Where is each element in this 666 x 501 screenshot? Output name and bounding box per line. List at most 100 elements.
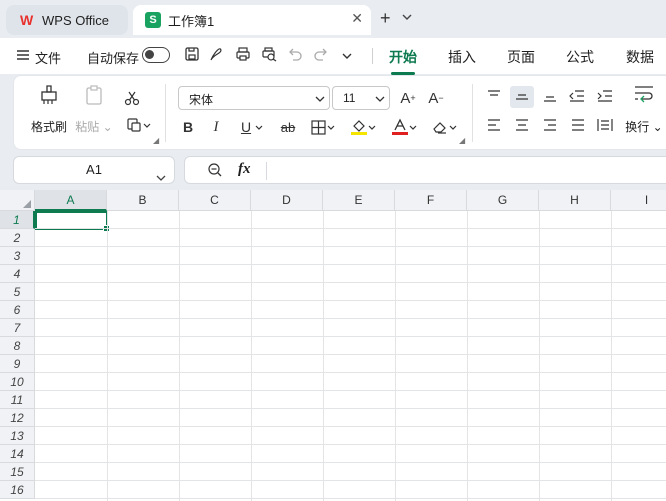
align-top-icon[interactable]: [484, 86, 504, 106]
zoom-formula-icon[interactable]: [207, 162, 223, 181]
cut-icon[interactable]: [122, 88, 142, 108]
title-tab-bar: W WPS Office S 工作簿1 ✕ +: [0, 0, 666, 38]
tab-wps-office[interactable]: W WPS Office: [6, 5, 128, 35]
column-gridline: [395, 211, 396, 501]
insert-function-icon[interactable]: fx: [238, 161, 251, 178]
italic-icon[interactable]: I: [206, 117, 226, 137]
chevron-down-icon: ⌄: [649, 120, 663, 134]
copy-icon[interactable]: [124, 115, 144, 135]
font-color-icon[interactable]: [390, 117, 410, 137]
chevron-down-icon[interactable]: [254, 118, 264, 138]
new-tab-plus-icon[interactable]: +: [380, 9, 391, 27]
font-size-select[interactable]: 11: [332, 86, 390, 110]
row-header-1[interactable]: 1: [0, 211, 35, 229]
column-header-i[interactable]: I: [611, 190, 666, 211]
chevron-down-icon[interactable]: [326, 118, 336, 138]
column-header-a[interactable]: A: [35, 190, 107, 211]
column-header-f[interactable]: F: [395, 190, 467, 211]
row-gridline: [35, 498, 666, 499]
autosave-toggle[interactable]: [142, 47, 170, 63]
format-painter-button[interactable]: 格式刷: [24, 84, 74, 135]
column-header-d[interactable]: D: [251, 190, 323, 211]
align-left-icon[interactable]: [484, 115, 504, 135]
close-icon[interactable]: ✕: [351, 10, 363, 27]
column-header-b[interactable]: B: [107, 190, 179, 211]
paste-button[interactable]: 粘贴 ⌄: [74, 84, 114, 135]
undo-icon[interactable]: [287, 46, 305, 64]
underline-icon[interactable]: U: [236, 117, 256, 137]
decrease-font-size-icon[interactable]: A −: [426, 88, 446, 108]
column-header-g[interactable]: G: [467, 190, 539, 211]
export-pdf-icon[interactable]: [208, 46, 226, 64]
ribbon-divider: [472, 84, 473, 142]
chevron-down-icon[interactable]: [402, 12, 412, 24]
name-box[interactable]: A1: [13, 156, 175, 184]
file-menu[interactable]: 文件: [35, 48, 61, 67]
row-header-7[interactable]: 7: [0, 319, 35, 337]
row-header-12[interactable]: 12: [0, 409, 35, 427]
decrease-indent-icon[interactable]: [567, 86, 587, 106]
select-all-corner[interactable]: [0, 190, 35, 211]
column-header-row: ABCDEFGHI: [0, 190, 666, 211]
justify-icon[interactable]: [568, 115, 588, 135]
tab-page[interactable]: 页面: [507, 47, 535, 67]
row-header-11[interactable]: 11: [0, 391, 35, 409]
row-header-4[interactable]: 4: [0, 265, 35, 283]
font-name-select[interactable]: 宋体: [178, 86, 330, 110]
redo-icon[interactable]: [313, 46, 331, 64]
wrap-text-label: 换行: [625, 120, 650, 134]
row-header-13[interactable]: 13: [0, 427, 35, 445]
increase-font-size-icon[interactable]: A +: [398, 88, 418, 108]
print-preview-icon[interactable]: [261, 46, 279, 64]
row-header-10[interactable]: 10: [0, 373, 35, 391]
row-header-6[interactable]: 6: [0, 301, 35, 319]
fill-color-icon[interactable]: [349, 117, 369, 137]
formula-divider: [266, 162, 267, 180]
column-header-c[interactable]: C: [179, 190, 251, 211]
align-bottom-icon[interactable]: [540, 86, 560, 106]
tab-workbook[interactable]: S 工作簿1 ✕: [133, 5, 371, 35]
row-gridline: [35, 264, 666, 265]
clipboard-expand-icon[interactable]: ◢: [153, 136, 159, 145]
row-gridline: [35, 300, 666, 301]
more-chevron-icon[interactable]: [341, 50, 359, 68]
print-icon[interactable]: [235, 46, 253, 64]
row-gridline: [35, 318, 666, 319]
tab-insert[interactable]: 插入: [448, 47, 476, 67]
column-header-h[interactable]: H: [539, 190, 611, 211]
chevron-down-icon[interactable]: [448, 118, 458, 138]
formula-input-area[interactable]: fx: [184, 156, 666, 184]
row-header-2[interactable]: 2: [0, 229, 35, 247]
tab-home[interactable]: 开始: [389, 47, 417, 75]
align-middle-icon[interactable]: [510, 86, 534, 108]
chevron-down-icon[interactable]: [156, 165, 166, 191]
wrap-text-button[interactable]: 换行 ⌄: [622, 84, 666, 135]
row-header-16[interactable]: 16: [0, 481, 35, 499]
column-header-e[interactable]: E: [323, 190, 395, 211]
distributed-align-icon[interactable]: [595, 115, 615, 135]
column-gridline: [179, 211, 180, 501]
clear-format-icon[interactable]: [430, 117, 450, 137]
bold-icon[interactable]: B: [178, 117, 198, 137]
row-header-3[interactable]: 3: [0, 247, 35, 265]
strikethrough-icon[interactable]: ab: [278, 117, 298, 137]
font-expand-icon[interactable]: ◢: [459, 136, 465, 145]
row-header-5[interactable]: 5: [0, 283, 35, 301]
row-header-14[interactable]: 14: [0, 445, 35, 463]
row-header-15[interactable]: 15: [0, 463, 35, 481]
chevron-down-icon[interactable]: [408, 118, 418, 138]
borders-icon[interactable]: [308, 117, 328, 137]
spreadsheet-grid[interactable]: ABCDEFGHI 1 2 3 4 5 6 7 8 9 10 11 12 13 14 15 16: [0, 190, 666, 501]
tab-formula[interactable]: 公式: [566, 47, 594, 67]
name-box-value: A1: [86, 162, 102, 177]
hamburger-menu-icon[interactable]: [16, 48, 34, 66]
align-center-icon[interactable]: [512, 115, 532, 135]
tab-data[interactable]: 数据: [626, 47, 654, 67]
save-icon[interactable]: [184, 46, 202, 64]
chevron-down-icon[interactable]: [142, 116, 152, 136]
chevron-down-icon[interactable]: [367, 118, 377, 138]
increase-indent-icon[interactable]: [595, 86, 615, 106]
row-header-9[interactable]: 9: [0, 355, 35, 373]
row-header-8[interactable]: 8: [0, 337, 35, 355]
align-right-icon[interactable]: [540, 115, 560, 135]
